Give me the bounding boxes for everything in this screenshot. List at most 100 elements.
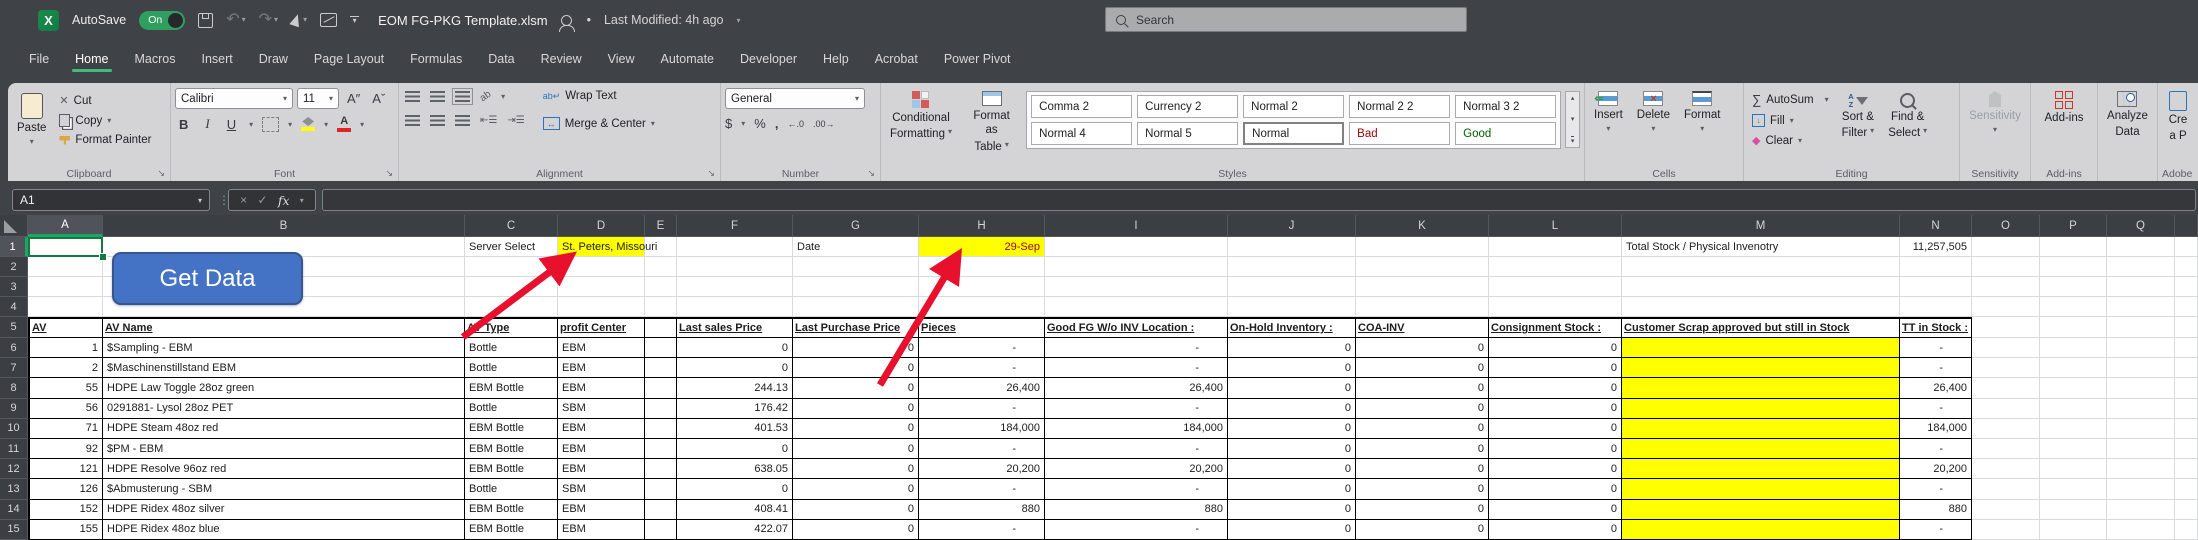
menu-tab-macros[interactable]: Macros <box>122 43 189 75</box>
cell-B8[interactable]: HDPE Law Toggle 28oz green <box>103 378 465 398</box>
cell-H9[interactable]: - <box>919 399 1045 419</box>
increase-indent-icon[interactable]: ⇥☰ <box>507 115 524 126</box>
cell-F2[interactable] <box>677 257 793 277</box>
cell-I6[interactable]: - <box>1045 338 1228 358</box>
col-header-L[interactable]: L <box>1489 215 1622 237</box>
cell-G13[interactable]: 0 <box>793 479 919 499</box>
menu-tab-insert[interactable]: Insert <box>188 43 245 75</box>
search-box[interactable] <box>1105 7 1467 32</box>
cell-Q5[interactable] <box>2107 317 2175 338</box>
paste-button[interactable]: Paste▾ <box>12 90 51 150</box>
merge-center-button[interactable]: ↔Merge & Center▾ <box>539 115 659 132</box>
cell-C5[interactable]: AV Type <box>465 317 558 338</box>
cell-P11[interactable] <box>2040 439 2107 459</box>
cell-J8[interactable]: 0 <box>1228 378 1356 398</box>
cell-K7[interactable]: 0 <box>1356 358 1489 378</box>
cell-H6[interactable]: - <box>919 338 1045 358</box>
cell-E10[interactable] <box>645 419 677 439</box>
cell-M3[interactable] <box>1622 277 1900 297</box>
cell-M7[interactable] <box>1622 358 1900 378</box>
menu-tab-formulas[interactable]: Formulas <box>397 43 475 75</box>
cell-fill15[interactable] <box>2175 520 2198 540</box>
currency-format-button[interactable]: $ <box>725 116 732 131</box>
cell-C9[interactable]: Bottle <box>465 399 558 419</box>
cell-O12[interactable] <box>1972 459 2040 479</box>
cell-P9[interactable] <box>2040 399 2107 419</box>
cut-button[interactable]: ✕Cut <box>55 92 155 109</box>
cell-G5[interactable]: Last Purchase Price <box>793 317 919 338</box>
cell-I5[interactable]: Good FG W/o INV Location : <box>1045 317 1228 338</box>
cell-M11[interactable] <box>1622 439 1900 459</box>
search-input[interactable] <box>1134 12 1418 28</box>
cell-O1[interactable] <box>1972 237 2040 257</box>
document-title[interactable]: EOM FG-PKG Template.xlsm <box>378 13 548 28</box>
cell-fill6[interactable] <box>2175 338 2198 358</box>
cell-E7[interactable] <box>645 358 677 378</box>
copy-button[interactable]: Copy▾ <box>55 112 155 129</box>
col-header-M[interactable]: M <box>1622 215 1900 237</box>
cell-O8[interactable] <box>1972 378 2040 398</box>
cell-I1[interactable] <box>1045 237 1228 257</box>
col-header-B[interactable]: B <box>103 215 465 237</box>
cell-L4[interactable] <box>1489 297 1622 317</box>
cell-D1[interactable]: St. Peters, Missouri <box>558 237 645 257</box>
cell-K4[interactable] <box>1356 297 1489 317</box>
style-chip-normal-3-2[interactable]: Normal 3 2 <box>1455 95 1556 118</box>
row-header-8[interactable]: 8 <box>0 378 28 398</box>
cell-D7[interactable]: EBM <box>558 358 645 378</box>
cell-B11[interactable]: $PM - EBM <box>103 439 465 459</box>
cell-A12[interactable]: 121 <box>28 459 103 479</box>
cell-P5[interactable] <box>2040 317 2107 338</box>
cell-P1[interactable] <box>2040 237 2107 257</box>
cell-M5[interactable]: Customer Scrap approved but still in Sto… <box>1622 317 1900 338</box>
wrap-text-button[interactable]: ab↵Wrap Text <box>539 88 659 104</box>
format-painter-button[interactable]: Format Painter <box>55 132 155 148</box>
cell-P6[interactable] <box>2040 338 2107 358</box>
cell-P12[interactable] <box>2040 459 2107 479</box>
cell-J13[interactable]: 0 <box>1228 479 1356 499</box>
confirm-entry-icon[interactable]: ✓ <box>257 193 267 207</box>
col-header-K[interactable]: K <box>1356 215 1489 237</box>
row-header-5[interactable]: 5 <box>0 317 28 338</box>
increase-font-icon[interactable]: A″ <box>343 90 364 107</box>
cell-N12[interactable]: 20,200 <box>1900 459 1972 479</box>
italic-button[interactable]: I <box>201 115 213 133</box>
cell-L9[interactable]: 0 <box>1489 399 1622 419</box>
decrease-decimal-icon[interactable]: .00→ <box>813 119 835 129</box>
col-header-J[interactable]: J <box>1228 215 1356 237</box>
col-header-O[interactable]: O <box>1972 215 2040 237</box>
autosum-button[interactable]: ∑AutoSum▾ <box>1748 90 1833 109</box>
cell-H2[interactable] <box>919 257 1045 277</box>
analyze-data-button[interactable]: AnalyzeData <box>2102 88 2153 143</box>
excel-logo-icon[interactable]: X <box>38 10 59 31</box>
cell-E11[interactable] <box>645 439 677 459</box>
cell-F3[interactable] <box>677 277 793 297</box>
cell-D3[interactable] <box>558 277 645 297</box>
conditional-formatting-button[interactable]: ConditionalFormatting▾ <box>885 88 957 145</box>
style-chip-normal-4[interactable]: Normal 4 <box>1031 122 1132 145</box>
cell-C13[interactable]: Bottle <box>465 479 558 499</box>
cell-J7[interactable]: 0 <box>1228 358 1356 378</box>
cell-H4[interactable] <box>919 297 1045 317</box>
cell-B12[interactable]: HDPE Resolve 96oz red <box>103 459 465 479</box>
cell-Q10[interactable] <box>2107 419 2175 439</box>
cell-C15[interactable]: EBM Bottle <box>465 520 558 540</box>
format-cells-button[interactable]: Format▾ <box>1679 88 1725 137</box>
menu-tab-data[interactable]: Data <box>475 43 527 75</box>
cell-E14[interactable] <box>645 500 677 520</box>
col-header-D[interactable]: D <box>558 215 645 237</box>
cell-K13[interactable]: 0 <box>1356 479 1489 499</box>
menu-tab-automate[interactable]: Automate <box>648 43 728 75</box>
cell-O3[interactable] <box>1972 277 2040 297</box>
row-header-9[interactable]: 9 <box>0 399 28 419</box>
cell-fill4[interactable] <box>2175 297 2198 317</box>
cell-B10[interactable]: HDPE Steam 48oz red <box>103 419 465 439</box>
cell-L2[interactable] <box>1489 257 1622 277</box>
cell-I13[interactable]: - <box>1045 479 1228 499</box>
align-right-icon[interactable] <box>455 115 470 126</box>
cell-K14[interactable]: 0 <box>1356 500 1489 520</box>
cell-M1[interactable]: Total Stock / Physical Invenotry <box>1622 237 1900 257</box>
col-header-F[interactable]: F <box>677 215 793 237</box>
menu-tab-page-layout[interactable]: Page Layout <box>301 43 397 75</box>
cell-D8[interactable]: EBM <box>558 378 645 398</box>
